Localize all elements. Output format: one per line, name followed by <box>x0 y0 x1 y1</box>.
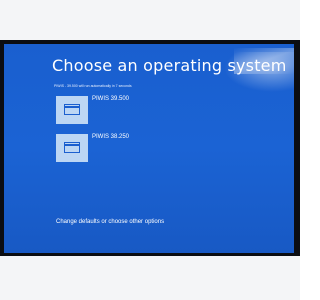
photo-frame: Choose an operating system PIWIS - 39.50… <box>0 0 300 300</box>
os-option-2[interactable]: PIWIS 38.250 <box>56 134 129 162</box>
os-option-1[interactable]: PIWIS 39.500 <box>56 96 129 124</box>
os-option-label: PIWIS 38.250 <box>92 134 130 140</box>
os-tile-1[interactable] <box>56 96 88 124</box>
change-defaults-link[interactable]: Change defaults or choose other options <box>56 219 164 225</box>
windows-tile-icon <box>64 142 80 153</box>
countdown-text: PIWIS - 39.500 will run automatically in… <box>54 84 132 88</box>
boot-screen: Choose an operating system PIWIS - 39.50… <box>4 44 294 253</box>
windows-tile-icon <box>64 104 80 115</box>
os-option-label: PIWIS 39.500 <box>92 96 130 102</box>
os-tile-2[interactable] <box>56 134 88 162</box>
page-title: Choose an operating system <box>52 56 287 75</box>
